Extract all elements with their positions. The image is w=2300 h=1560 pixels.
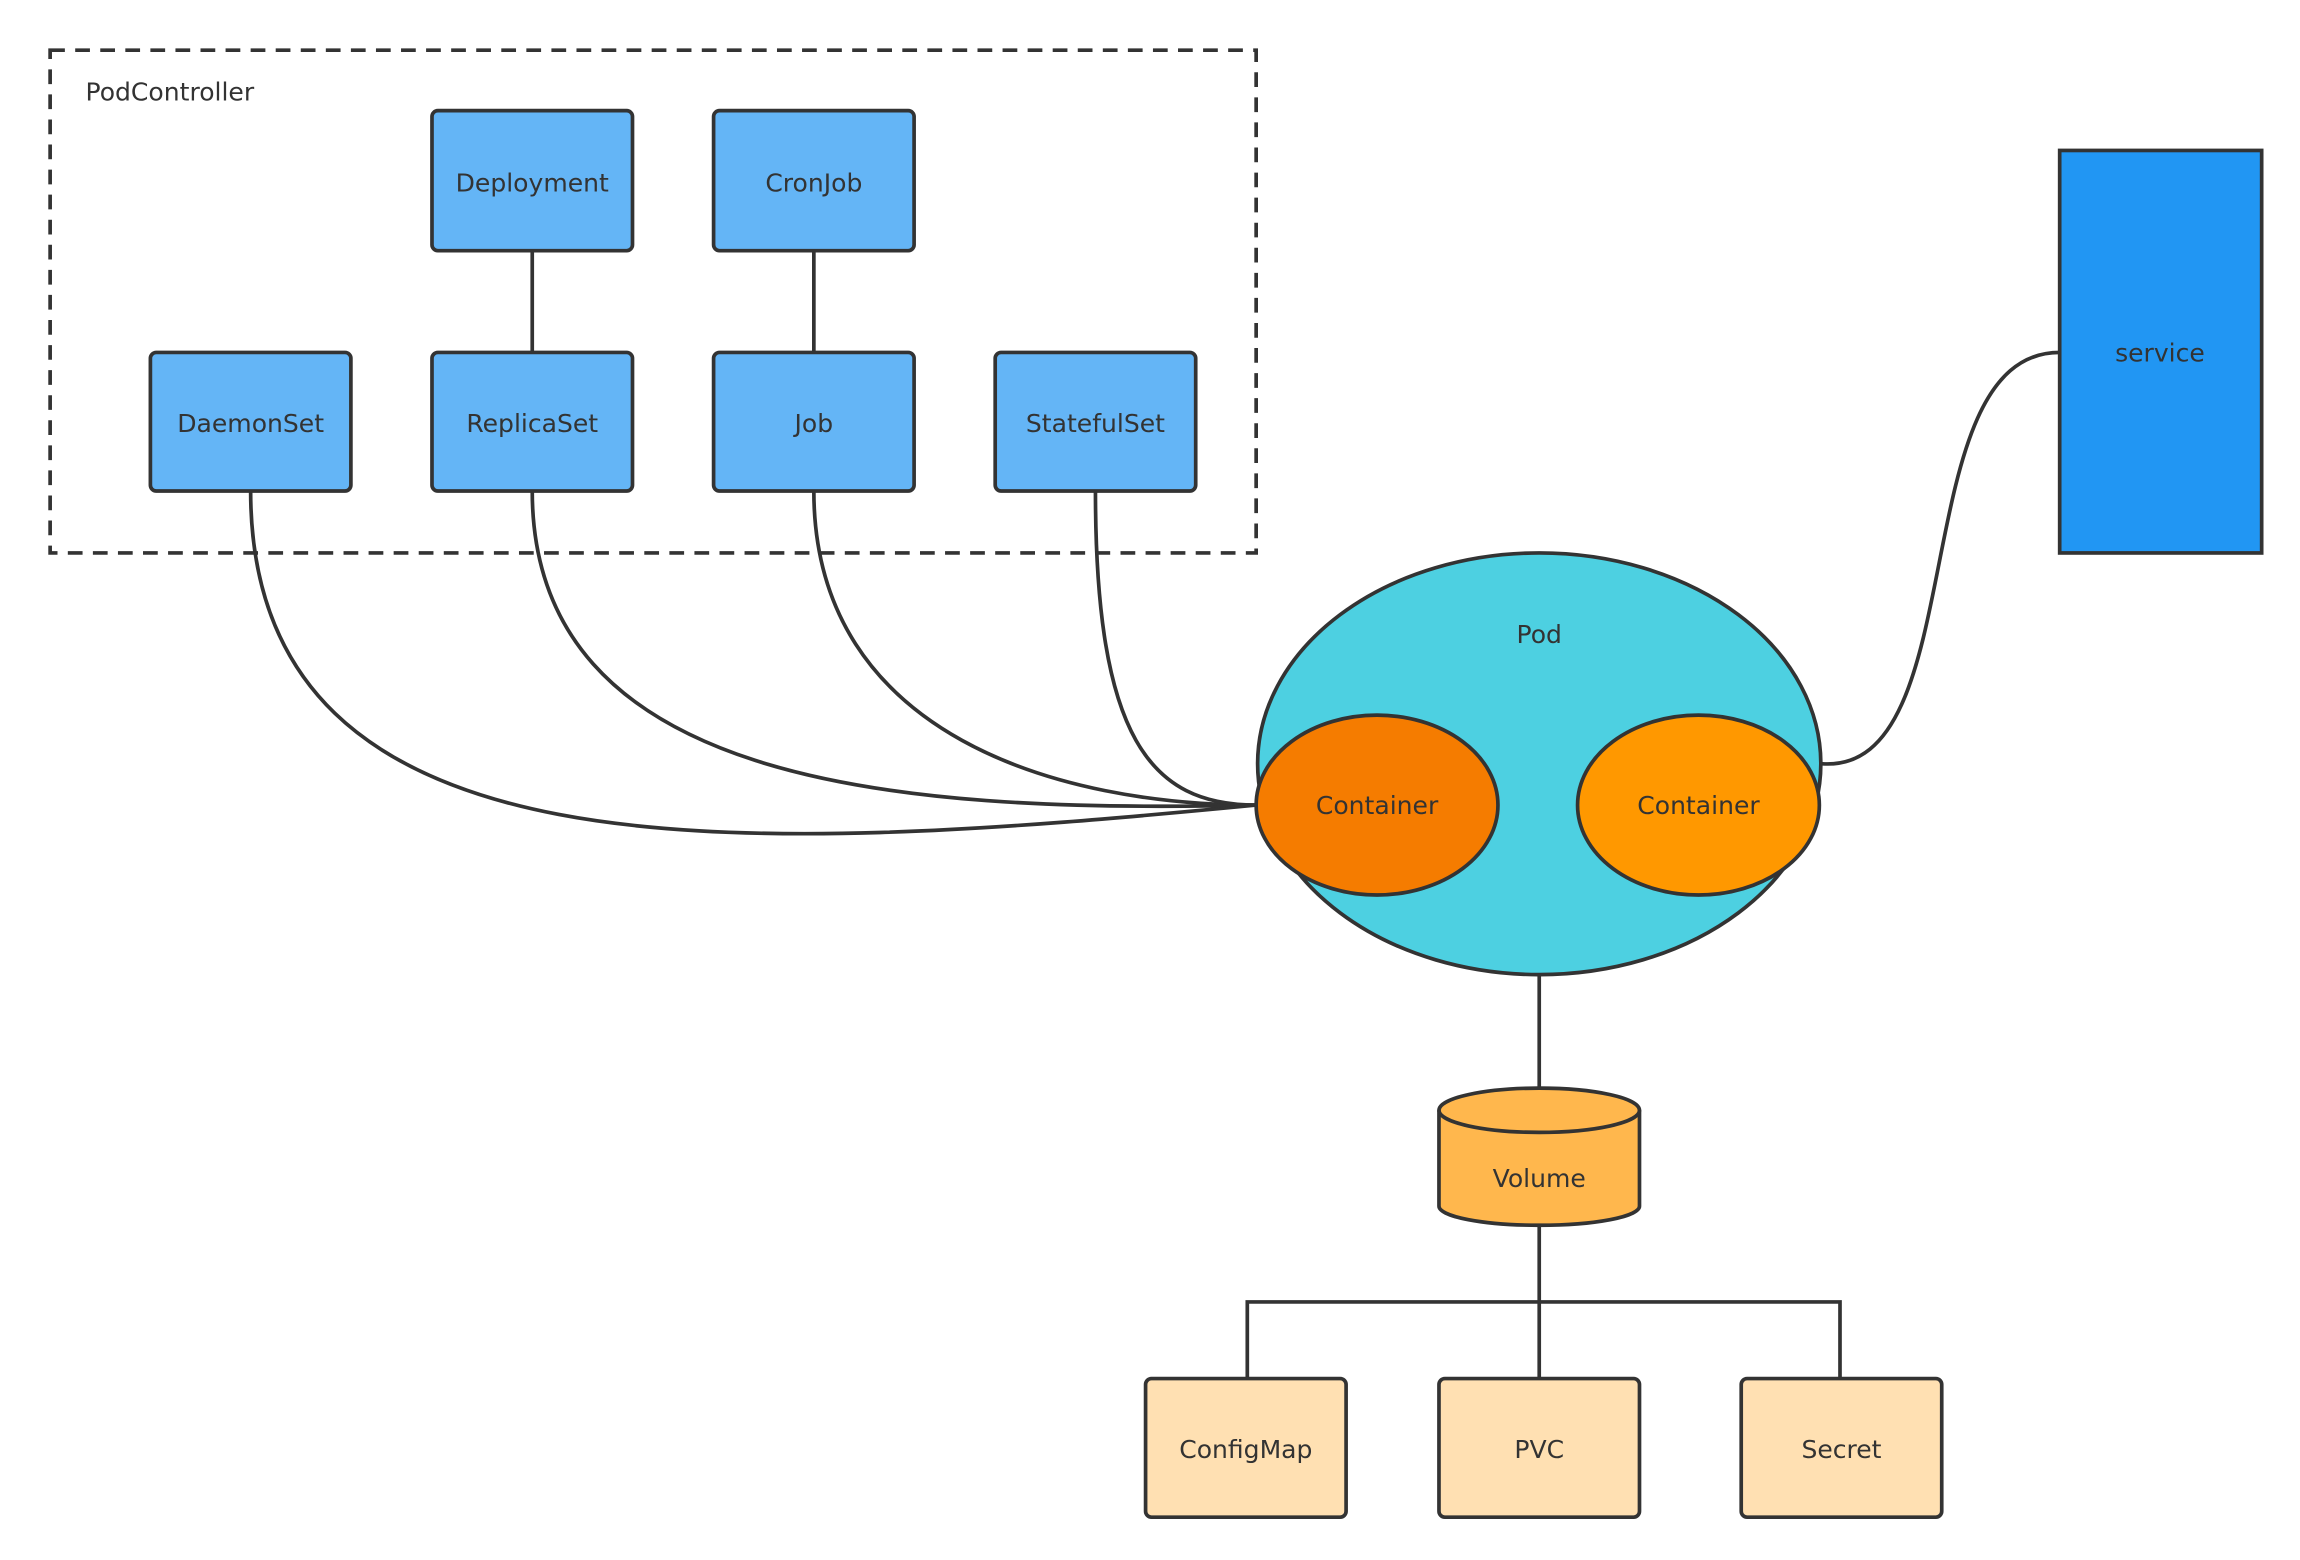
service-label: service	[2115, 338, 2205, 367]
container-2-label: Container	[1637, 791, 1760, 820]
node-container-2[interactable]: Container	[1575, 713, 1822, 897]
node-configmap[interactable]: ConfigMap	[1143, 1376, 1348, 1520]
statefulset-label: StatefulSet	[1026, 409, 1165, 438]
edge-statefulset-pod	[1093, 491, 1257, 807]
node-daemonset[interactable]: DaemonSet	[148, 350, 353, 493]
node-volume[interactable]: Volume	[1437, 1086, 1642, 1228]
node-container-1[interactable]: Container	[1254, 713, 1500, 897]
node-job[interactable]: Job	[711, 350, 916, 493]
edge-daemonset-pod	[248, 491, 1257, 836]
job-label: Job	[793, 409, 834, 438]
deployment-label: Deployment	[456, 169, 609, 198]
node-secret[interactable]: Secret	[1739, 1376, 1944, 1520]
configmap-label: ConfigMap	[1179, 1435, 1312, 1464]
daemonset-label: DaemonSet	[177, 409, 324, 438]
node-replicaset[interactable]: ReplicaSet	[430, 350, 635, 493]
node-deployment[interactable]: Deployment	[430, 108, 635, 253]
edge-volume-sources	[1245, 1225, 1842, 1379]
pod-label: Pod	[1517, 620, 1562, 649]
podcontroller-label: PodController	[86, 77, 255, 106]
kubernetes-diagram: PodController Deployment CronJob DaemonS…	[48, 48, 2264, 1520]
edge-job-pod	[812, 491, 1257, 807]
container-1-label: Container	[1316, 791, 1439, 820]
node-cronjob[interactable]: CronJob	[711, 108, 916, 253]
edge-pod-service	[1822, 350, 2060, 766]
node-service[interactable]: service	[2057, 148, 2264, 555]
pvc-label: PVC	[1514, 1435, 1564, 1464]
replicaset-label: ReplicaSet	[466, 409, 598, 438]
secret-label: Secret	[1801, 1435, 1881, 1464]
node-pvc[interactable]: PVC	[1437, 1376, 1642, 1520]
node-statefulset[interactable]: StatefulSet	[993, 350, 1198, 493]
volume-label: Volume	[1493, 1164, 1586, 1193]
cronjob-label: CronJob	[765, 169, 862, 198]
